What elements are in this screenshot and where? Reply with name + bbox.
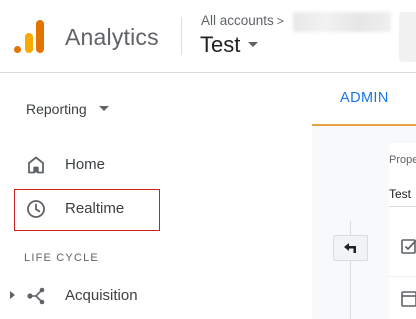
active-tab-indicator — [312, 124, 416, 126]
sidebar-item-acquisition[interactable]: Acquisition — [0, 280, 300, 312]
sidebar: Reporting Home Realtime LIFE CYCLE Acqui… — [0, 73, 312, 319]
caret-down-icon — [98, 105, 109, 111]
chevron-right-icon: > — [276, 14, 284, 28]
expand-arrow-icon[interactable] — [10, 291, 15, 299]
tab-admin[interactable]: ADMIN — [312, 73, 416, 126]
sidebar-item-label: Acquisition — [65, 287, 138, 304]
property-selector[interactable]: Test — [200, 32, 259, 58]
sidebar-item-label: Home — [65, 156, 106, 173]
top-header: Analytics All accounts > Test — [0, 0, 416, 73]
section-label-lifecycle: LIFE CYCLE — [24, 252, 99, 264]
home-icon — [28, 156, 44, 174]
property-name: Test — [200, 32, 241, 57]
breadcrumb[interactable]: All accounts > — [201, 13, 284, 28]
logo-bar-medium — [25, 33, 33, 53]
breadcrumb-all-accounts[interactable]: All accounts — [201, 13, 274, 28]
main-content: ADMIN Prope Test — [312, 73, 416, 319]
reporting-label: Reporting — [26, 101, 87, 117]
analytics-logo-icon[interactable] — [14, 19, 46, 53]
tab-admin-label: ADMIN — [340, 90, 389, 106]
back-arrow-icon — [343, 243, 356, 253]
sidebar-item-home[interactable]: Home — [0, 149, 300, 181]
header-divider — [181, 17, 182, 55]
property-column-heading: Prope — [389, 154, 416, 166]
layout-icon[interactable] — [400, 290, 416, 308]
search-box-edge[interactable] — [399, 12, 416, 62]
app-title: Analytics — [65, 24, 159, 50]
checklist-icon[interactable] — [400, 237, 416, 255]
logo-dot — [14, 46, 21, 53]
redacted-account-name — [293, 12, 391, 32]
caret-down-icon — [248, 41, 259, 47]
row-divider — [389, 276, 416, 277]
reporting-dropdown[interactable]: Reporting — [26, 101, 109, 117]
divider — [389, 206, 416, 207]
logo-bar-tall — [36, 20, 44, 53]
back-button[interactable] — [333, 235, 368, 261]
acquisition-icon — [27, 287, 45, 305]
property-selector-value[interactable]: Test — [389, 187, 416, 201]
realtime-highlight-box — [14, 189, 160, 231]
